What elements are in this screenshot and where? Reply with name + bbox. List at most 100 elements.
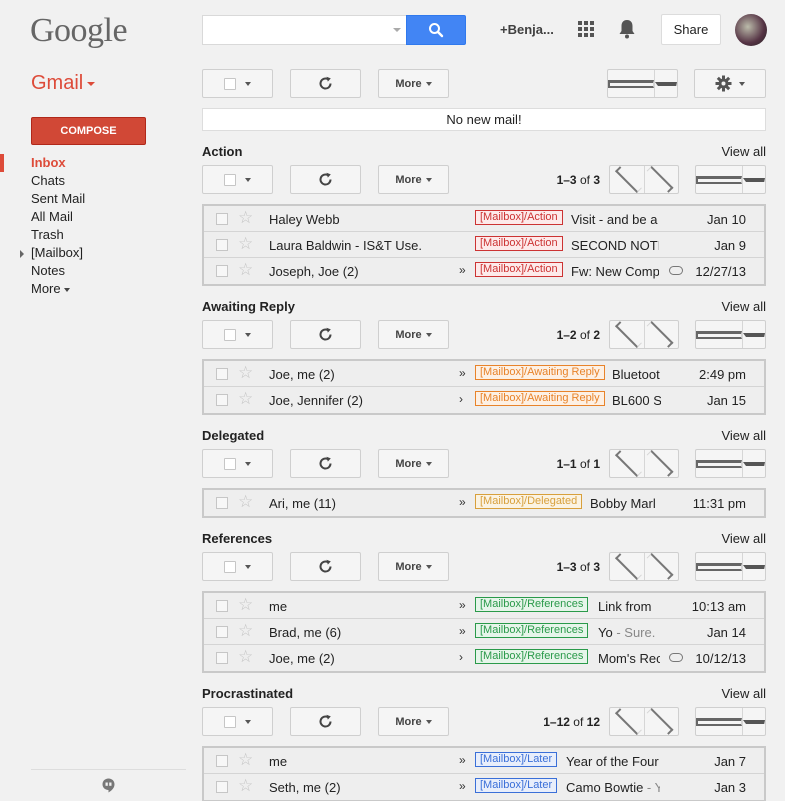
row-checkbox[interactable] — [216, 265, 228, 277]
refresh-button[interactable] — [290, 165, 361, 194]
newer-button[interactable] — [610, 553, 645, 580]
older-button[interactable] — [645, 553, 679, 580]
more-button[interactable]: More — [378, 69, 449, 98]
density-button[interactable] — [607, 69, 678, 98]
table-row[interactable]: ☆ Laura Baldwin - IS&T Use. [Mailbox]/Acti… — [204, 232, 764, 258]
importance-marker[interactable]: » — [459, 624, 466, 638]
settings-button[interactable] — [694, 69, 766, 98]
row-checkbox[interactable] — [216, 652, 228, 664]
row-checkbox[interactable] — [216, 497, 228, 509]
sidebar-item-inbox[interactable]: Inbox — [0, 154, 190, 172]
view-all-link[interactable]: View all — [721, 531, 766, 546]
table-row[interactable]: ☆ Ari, me (11) » [Mailbox]/Delegated Bobby M… — [204, 490, 764, 516]
select-checkbox[interactable] — [224, 457, 236, 470]
star-icon[interactable]: ☆ — [238, 235, 253, 253]
select-checkbox[interactable] — [224, 560, 236, 573]
importance-marker[interactable]: » — [459, 366, 466, 380]
view-all-link[interactable]: View all — [721, 428, 766, 443]
google-logo[interactable]: Google — [30, 12, 128, 50]
mailbox-label[interactable]: [Mailbox]/Action — [475, 210, 563, 225]
mailbox-label[interactable]: [Mailbox]/Later — [475, 752, 558, 767]
star-icon[interactable]: ☆ — [238, 648, 253, 666]
select-checkbox[interactable] — [224, 328, 236, 341]
density-button[interactable] — [695, 449, 766, 478]
user-name-link[interactable]: +Benja... — [500, 22, 554, 37]
mailbox-label[interactable]: [Mailbox]/Action — [475, 236, 563, 251]
star-icon[interactable]: ☆ — [238, 777, 253, 795]
expand-arrow-icon[interactable] — [20, 250, 24, 258]
sidebar-item-more[interactable]: More — [0, 280, 190, 298]
importance-marker[interactable]: » — [459, 598, 466, 612]
more-button[interactable]: More — [378, 449, 449, 478]
table-row[interactable]: ☆ Joe, Jennifer (2) › [Mailbox]/Awaiting Re… — [204, 387, 764, 413]
gmail-menu[interactable]: Gmail — [31, 72, 96, 95]
sidebar-item-all-mail[interactable]: All Mail — [0, 208, 190, 226]
row-checkbox[interactable] — [216, 600, 228, 612]
mailbox-label[interactable]: [Mailbox]/References — [475, 597, 589, 612]
star-icon[interactable]: ☆ — [238, 751, 253, 769]
star-icon[interactable]: ☆ — [238, 493, 253, 511]
table-row[interactable]: ☆ Joseph, Joe (2) » [Mailbox]/Action Fw: New… — [204, 258, 764, 284]
density-button[interactable] — [695, 320, 766, 349]
older-button[interactable] — [645, 321, 679, 348]
refresh-button[interactable] — [290, 707, 361, 736]
table-row[interactable]: ☆ Seth, me (2) » [Mailbox]/Later Camo Bowtie… — [204, 774, 764, 800]
sidebar-item-notes[interactable]: Notes — [0, 262, 190, 280]
compose-button[interactable]: COMPOSE — [31, 117, 146, 145]
star-icon[interactable]: ☆ — [238, 364, 253, 382]
chevron-down-icon[interactable] — [743, 461, 765, 466]
hangouts-icon[interactable] — [102, 778, 115, 793]
mailbox-label[interactable]: [Mailbox]/Action — [475, 262, 563, 277]
avatar[interactable] — [735, 14, 767, 46]
refresh-button[interactable] — [290, 320, 361, 349]
view-all-link[interactable]: View all — [721, 144, 766, 159]
chevron-down-icon[interactable] — [743, 177, 765, 182]
sidebar-item-mailbox[interactable]: [Mailbox] — [0, 244, 190, 262]
row-checkbox[interactable] — [216, 781, 228, 793]
older-button[interactable] — [645, 450, 679, 477]
select-all-button[interactable] — [202, 69, 273, 98]
importance-marker[interactable]: › — [459, 650, 463, 664]
chevron-down-icon[interactable] — [655, 81, 677, 86]
select-all-button[interactable] — [202, 707, 273, 736]
newer-button[interactable] — [610, 450, 645, 477]
table-row[interactable]: ☆ me » [Mailbox]/Later Year of the Four Jan 7 — [204, 748, 764, 774]
mailbox-label[interactable]: [Mailbox]/References — [475, 649, 589, 664]
select-checkbox[interactable] — [224, 77, 236, 90]
older-button[interactable] — [645, 166, 679, 193]
notifications-bell-icon[interactable] — [618, 19, 636, 39]
select-checkbox[interactable] — [224, 715, 236, 728]
view-all-link[interactable]: View all — [721, 299, 766, 314]
newer-button[interactable] — [610, 166, 645, 193]
density-button[interactable] — [695, 707, 766, 736]
chevron-down-icon[interactable] — [743, 564, 765, 569]
row-checkbox[interactable] — [216, 239, 228, 251]
row-checkbox[interactable] — [216, 394, 228, 406]
search-options-caret-icon[interactable] — [393, 28, 401, 32]
mailbox-label[interactable]: [Mailbox]/Later — [475, 778, 558, 793]
select-checkbox[interactable] — [224, 173, 236, 186]
row-checkbox[interactable] — [216, 755, 228, 767]
older-button[interactable] — [645, 708, 679, 735]
search-button[interactable] — [406, 15, 466, 45]
table-row[interactable]: ☆ Brad, me (6) » [Mailbox]/References Yo - S… — [204, 619, 764, 645]
importance-marker[interactable]: » — [459, 495, 466, 509]
table-row[interactable]: ☆ Joe, me (2) › [Mailbox]/References Mom's R… — [204, 645, 764, 671]
view-all-link[interactable]: View all — [721, 686, 766, 701]
select-all-button[interactable] — [202, 552, 273, 581]
apps-grid-icon[interactable] — [578, 21, 594, 37]
select-all-button[interactable] — [202, 449, 273, 478]
mailbox-label[interactable]: [Mailbox]/Delegated — [475, 494, 583, 509]
star-icon[interactable]: ☆ — [238, 261, 253, 279]
importance-marker[interactable]: » — [459, 779, 466, 793]
refresh-button[interactable] — [290, 69, 361, 98]
sidebar-item-sent-mail[interactable]: Sent Mail — [0, 190, 190, 208]
newer-button[interactable] — [610, 708, 645, 735]
importance-marker[interactable]: » — [459, 263, 466, 277]
more-button[interactable]: More — [378, 552, 449, 581]
more-button[interactable]: More — [378, 165, 449, 194]
star-icon[interactable]: ☆ — [238, 622, 253, 640]
sidebar-item-trash[interactable]: Trash — [0, 226, 190, 244]
star-icon[interactable]: ☆ — [238, 209, 253, 227]
share-button[interactable]: Share — [661, 14, 721, 45]
